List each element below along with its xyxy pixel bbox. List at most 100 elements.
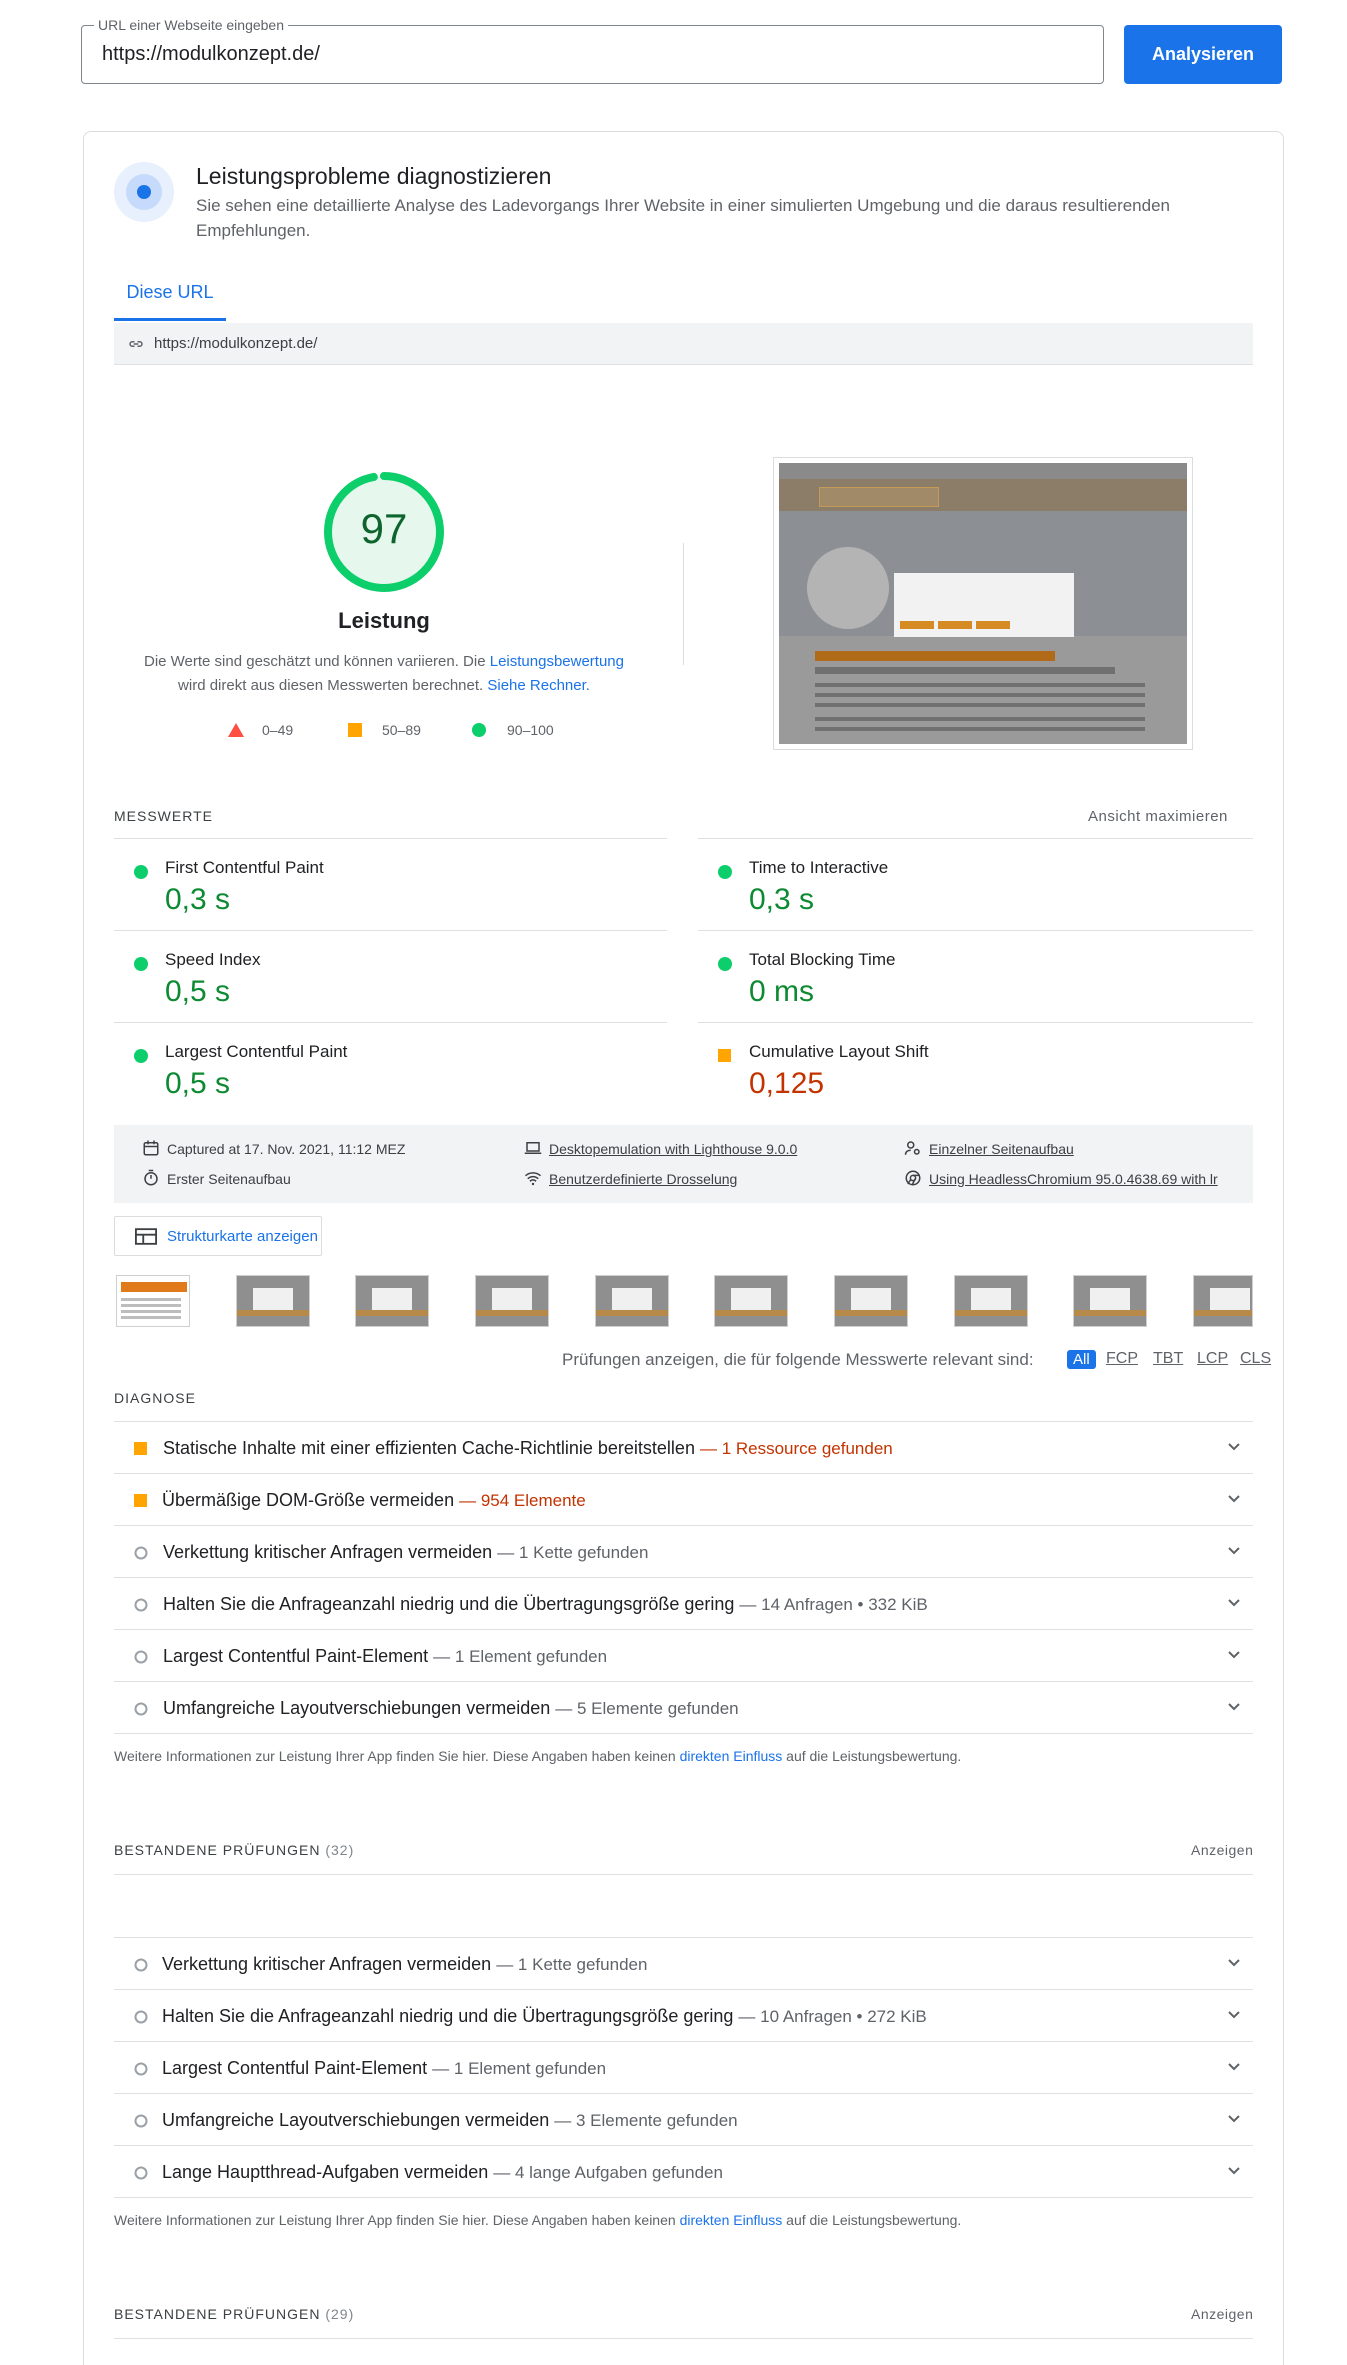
laptop-icon: [524, 1142, 542, 1154]
audit-item[interactable]: Umfangreiche Layoutverschiebungen vermei…: [114, 2094, 1253, 2146]
final-screenshot: [773, 457, 1193, 750]
page-description: Sie sehen eine detaillierte Analyse des …: [196, 196, 1171, 240]
metric-speed-index: Speed Index 0,5 s: [114, 930, 674, 1022]
audit-filter-label: Prüfungen anzeigen, die für folgende Mes…: [562, 1350, 1034, 1369]
diagnostics-title: DIAGNOSE: [114, 1390, 196, 1406]
score-calc-link[interactable]: Leistungsbewertung: [490, 653, 624, 670]
info-circle-icon: [134, 2010, 148, 2024]
expand-view-toggle[interactable]: Ansicht maximieren: [1088, 808, 1228, 825]
filter-chip-cls[interactable]: CLS: [1240, 1350, 1271, 1368]
pass-circle-icon: [718, 957, 732, 971]
info-circle-icon: [134, 1650, 148, 1664]
triangle-icon: [228, 723, 244, 737]
chevron-down-icon[interactable]: [1227, 2060, 1241, 2074]
treemap-button[interactable]: Strukturkarte anzeigen: [114, 1216, 322, 1256]
person-icon: [904, 1141, 920, 1155]
cookie-banner-image: [894, 573, 1074, 637]
audit-item[interactable]: Largest Contentful Paint-Element — 1 Ele…: [114, 2042, 1253, 2094]
audit-item[interactable]: Largest Contentful Paint-Element — 1 Ele…: [114, 1630, 1253, 1682]
average-square-icon: [134, 1494, 147, 1507]
show-passed-audits[interactable]: Anzeigen: [1191, 2306, 1253, 2322]
divider: [114, 2338, 1253, 2339]
score-note: Die Werte sind geschätzt und können vari…: [143, 653, 624, 694]
pass-circle-icon: [718, 865, 732, 879]
audit-item[interactable]: Lange Hauptthread-Aufgaben vermeiden — 4…: [114, 2146, 1253, 2198]
metrics-title: MESSWERTE: [114, 808, 213, 824]
metric-fcp: First Contentful Paint 0,3 s: [114, 838, 674, 930]
tested-url-strip: https://modulkonzept.de/: [114, 323, 1253, 365]
diagnostics-footnote: Weitere Informationen zur Leistung Ihrer…: [114, 1748, 962, 1764]
filmstrip-frame: [1193, 1275, 1253, 1327]
wifi-icon: [525, 1172, 541, 1186]
diagnostics-footnote: Weitere Informationen zur Leistung Ihrer…: [114, 2212, 962, 2228]
score-label: Leistung: [338, 608, 430, 633]
chevron-down-icon[interactable]: [1227, 1492, 1241, 1506]
chrome-icon: [905, 1170, 921, 1186]
chevron-down-icon[interactable]: [1227, 1700, 1241, 1714]
url-input-box[interactable]: URL einer Webseite eingeben: [81, 17, 1104, 84]
url-input[interactable]: [82, 26, 1103, 83]
filmstrip-frame: [834, 1275, 908, 1327]
chevron-down-icon[interactable]: [1227, 2112, 1241, 2126]
pass-circle-icon: [134, 865, 148, 879]
metric-cls: Cumulative Layout Shift 0,125: [698, 1022, 1258, 1114]
tab-this-url[interactable]: Diese URL: [114, 266, 226, 321]
info-circle-icon: [134, 1598, 148, 1612]
score-value: 97: [360, 505, 408, 552]
chevron-down-icon[interactable]: [1227, 1596, 1241, 1610]
audit-item[interactable]: Übermäßige DOM-Größe vermeiden — 954 Ele…: [114, 1474, 1253, 1526]
passed-audits-title[interactable]: BESTANDENE PRÜFUNGEN (32): [114, 1842, 354, 1858]
direct-impact-link[interactable]: direkten Einfluss: [680, 1748, 783, 1764]
circle-icon: [472, 723, 486, 737]
lighthouse-icon: [114, 162, 174, 222]
chevron-down-icon[interactable]: [1227, 1648, 1241, 1662]
direct-impact-link[interactable]: direkten Einfluss: [680, 2212, 783, 2228]
divider: [114, 1874, 1253, 1875]
filter-chip-tbt[interactable]: TBT: [1153, 1350, 1183, 1368]
divider: [683, 543, 684, 665]
audit-item[interactable]: Verkettung kritischer Anfragen vermeiden…: [114, 1526, 1253, 1578]
calculator-link[interactable]: Siehe Rechner.: [487, 677, 590, 694]
filter-chip-fcp[interactable]: FCP: [1106, 1350, 1138, 1368]
filter-chip-lcp[interactable]: LCP: [1197, 1350, 1228, 1368]
average-square-icon: [718, 1049, 731, 1062]
average-square-icon: [134, 1442, 147, 1455]
timer-icon: [144, 1169, 158, 1186]
passed-audits-title[interactable]: BESTANDENE PRÜFUNGEN (29): [114, 2306, 354, 2322]
filmstrip-frame: [355, 1275, 429, 1327]
audit-item[interactable]: Umfangreiche Layoutverschiebungen vermei…: [114, 1682, 1253, 1734]
metric-tbt: Total Blocking Time 0 ms: [698, 930, 1258, 1022]
show-passed-audits[interactable]: Anzeigen: [1191, 1842, 1253, 1858]
info-circle-icon: [134, 2166, 148, 2180]
filmstrip-frame: [475, 1275, 549, 1327]
treemap-icon: [135, 1228, 157, 1245]
chevron-down-icon[interactable]: [1227, 1440, 1241, 1454]
audit-item[interactable]: Halten Sie die Anfrageanzahl niedrig und…: [114, 1578, 1253, 1630]
metric-tti: Time to Interactive 0,3 s: [698, 838, 1258, 930]
info-circle-icon: [134, 1958, 148, 1972]
chevron-down-icon[interactable]: [1227, 1544, 1241, 1558]
info-circle-icon: [134, 2062, 148, 2076]
chevron-down-icon[interactable]: [1227, 2164, 1241, 2178]
audit-item[interactable]: Verkettung kritischer Anfragen vermeiden…: [114, 1938, 1253, 1990]
calendar-icon: [143, 1140, 159, 1156]
page-title: Leistungsprobleme diagnostizieren: [196, 163, 552, 189]
audit-item[interactable]: Halten Sie die Anfrageanzahl niedrig und…: [114, 1990, 1253, 2042]
filter-chip-all[interactable]: All: [1067, 1350, 1096, 1369]
info-circle-icon: [134, 1546, 148, 1560]
pass-circle-icon: [134, 1049, 148, 1063]
filmstrip-frame: [714, 1275, 788, 1327]
audit-item[interactable]: Statische Inhalte mit einer effizienten …: [114, 1422, 1253, 1474]
filmstrip-frame: [595, 1275, 669, 1327]
runtime-info: Captured at 17. Nov. 2021, 11:12 MEZ Ers…: [114, 1125, 1253, 1203]
info-circle-icon: [134, 2114, 148, 2128]
pass-circle-icon: [134, 957, 148, 971]
filmstrip-frame: [236, 1275, 310, 1327]
filmstrip-frame: [116, 1275, 190, 1327]
site-logo-image: [819, 487, 939, 507]
chevron-down-icon[interactable]: [1227, 1956, 1241, 1970]
chevron-down-icon[interactable]: [1227, 2008, 1241, 2022]
filmstrip-frame: [1073, 1275, 1147, 1327]
tested-url: https://modulkonzept.de/: [154, 335, 318, 352]
analyze-button[interactable]: Analysieren: [1124, 25, 1282, 84]
